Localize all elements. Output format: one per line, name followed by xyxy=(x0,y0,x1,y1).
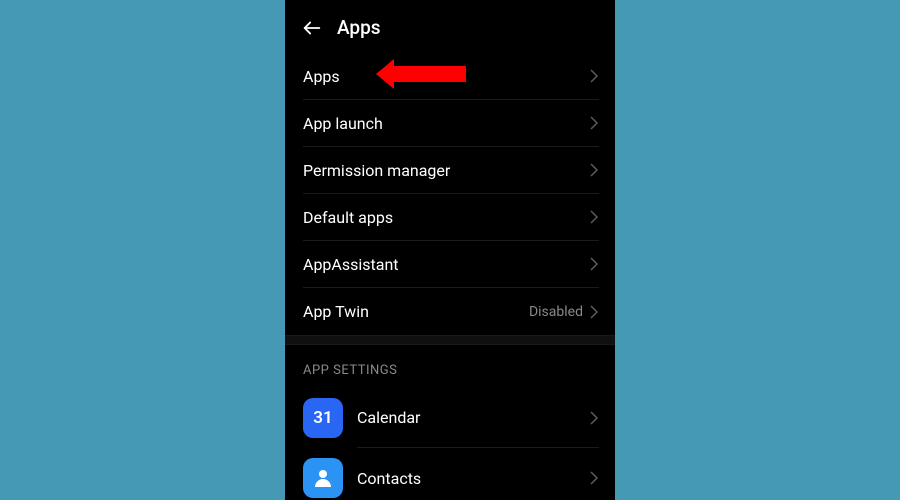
chevron-right-icon xyxy=(589,305,599,319)
section-divider xyxy=(285,335,615,345)
chevron-right-icon xyxy=(589,257,599,271)
chevron-right-icon xyxy=(589,116,599,130)
menu-item-app-assistant[interactable]: AppAssistant xyxy=(303,241,599,288)
menu-item-label: AppAssistant xyxy=(303,255,399,274)
calendar-app-icon: 31 xyxy=(303,398,343,438)
menu-item-right: Disabled xyxy=(529,304,599,320)
header-bar: Apps xyxy=(285,0,615,53)
app-item-calendar[interactable]: 31 Calendar xyxy=(303,388,599,448)
menu-item-app-launch[interactable]: App launch xyxy=(303,100,599,147)
chevron-right-icon xyxy=(589,69,599,83)
back-arrow-icon[interactable] xyxy=(301,17,323,39)
annotation-arrow-icon xyxy=(376,59,466,93)
apps-settings-screen: Apps Apps App launch Permission manager … xyxy=(285,0,615,500)
app-item-label: Contacts xyxy=(357,469,421,488)
app-item-content: Calendar xyxy=(357,388,599,448)
section-header: APP SETTINGS xyxy=(285,345,615,388)
chevron-right-icon xyxy=(589,163,599,177)
menu-item-value: Disabled xyxy=(529,304,583,320)
menu-item-permission-manager[interactable]: Permission manager xyxy=(303,147,599,194)
app-item-contacts[interactable]: Contacts xyxy=(303,448,599,500)
chevron-right-icon xyxy=(589,210,599,224)
chevron-right-icon xyxy=(589,471,599,485)
chevron-right-icon xyxy=(589,411,599,425)
app-item-label: Calendar xyxy=(357,408,420,427)
menu-item-apps[interactable]: Apps xyxy=(303,53,599,100)
menu-item-label: Default apps xyxy=(303,208,393,227)
app-settings-list: 31 Calendar Contacts xyxy=(285,388,615,500)
menu-item-label: Permission manager xyxy=(303,161,450,180)
menu-item-default-apps[interactable]: Default apps xyxy=(303,194,599,241)
menu-item-app-twin[interactable]: App Twin Disabled xyxy=(303,288,599,335)
page-title: Apps xyxy=(337,16,381,39)
calendar-icon-text: 31 xyxy=(313,408,332,428)
menu-item-label: Apps xyxy=(303,67,340,86)
contacts-app-icon xyxy=(303,458,343,498)
settings-list: Apps App launch Permission manager Defau… xyxy=(285,53,615,335)
menu-item-label: App Twin xyxy=(303,302,369,321)
app-item-content: Contacts xyxy=(357,448,599,500)
menu-item-label: App launch xyxy=(303,114,383,133)
